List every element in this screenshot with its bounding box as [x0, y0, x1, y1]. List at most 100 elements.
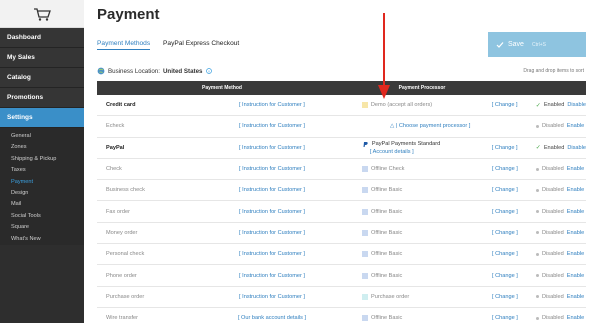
toggle-status-link[interactable]: Disable: [567, 102, 586, 108]
tab-payment-methods[interactable]: Payment Methods: [97, 40, 151, 50]
status-dot-icon: [536, 316, 539, 320]
subnav-whats-new[interactable]: What's New: [0, 234, 84, 245]
change-link[interactable]: [ Change ]: [492, 251, 526, 257]
toggle-status-link[interactable]: Enable: [567, 209, 584, 215]
instruction-link[interactable]: [ Instruction for Customer ]: [182, 145, 362, 151]
table-row[interactable]: Check [ Instruction for Customer ] Offli…: [97, 159, 586, 181]
nav-promotions[interactable]: Promotions: [0, 88, 84, 108]
toggle-status-link[interactable]: Enable: [567, 294, 584, 300]
table-row[interactable]: Echeck [ Instruction for Customer ] △ | …: [97, 116, 586, 138]
toggle-status-link[interactable]: Enable: [567, 123, 584, 129]
processor-icon: [362, 187, 368, 194]
nav-dashboard[interactable]: Dashboard: [0, 28, 84, 48]
status-dot-icon: [536, 188, 539, 192]
method-name: Business check: [106, 187, 145, 194]
subnav-square[interactable]: Square: [0, 222, 84, 233]
change-link[interactable]: [ Change ]: [492, 294, 526, 300]
method-name: Echeck: [106, 123, 125, 130]
instruction-link[interactable]: [ Instruction for Customer ]: [182, 230, 362, 236]
instruction-link[interactable]: [ Instruction for Customer ]: [182, 273, 362, 279]
table-row[interactable]: Fax order [ Instruction for Customer ] O…: [97, 201, 586, 223]
table-row[interactable]: Personal check [ Instruction for Custome…: [97, 244, 586, 266]
toggle-status-link[interactable]: Enable: [567, 273, 584, 279]
status-dot-icon: [536, 274, 539, 278]
status-cell: Disabled Enable: [526, 187, 586, 193]
instruction-link[interactable]: [ Instruction for Customer ]: [182, 251, 362, 257]
instruction-link[interactable]: [ Instruction for Customer ]: [182, 166, 362, 172]
subnav-zones[interactable]: Zones: [0, 142, 84, 153]
status-cell: Disabled Enable: [526, 123, 586, 129]
status-dot-icon: [536, 210, 539, 214]
change-link[interactable]: [ Change ]: [492, 230, 526, 236]
change-link[interactable]: [ Change ]: [492, 166, 526, 172]
processor-cell: Offline Basic: [362, 315, 492, 322]
table-row[interactable]: Money order [ Instruction for Customer ]…: [97, 223, 586, 245]
status-text: Disabled: [542, 208, 564, 215]
toggle-status-link[interactable]: Enable: [567, 251, 584, 257]
status-cell: Disabled Enable: [526, 251, 586, 257]
method-name: Purchase order: [106, 293, 145, 300]
info-icon[interactable]: [205, 68, 212, 74]
toggle-status-link[interactable]: Disable: [567, 145, 586, 151]
subnav-payment[interactable]: Payment: [0, 177, 84, 188]
table-row[interactable]: PayPal [ Instruction for Customer ] PayP…: [97, 138, 586, 159]
toggle-status-link[interactable]: Enable: [567, 230, 584, 236]
instruction-link[interactable]: [ Instruction for Customer ]: [182, 123, 362, 129]
main-content: Payment Payment Methods PayPal Express C…: [84, 0, 600, 323]
tab-paypal-express-checkout[interactable]: PayPal Express Checkout: [163, 40, 239, 47]
status-cell: Disabled Enable: [526, 294, 586, 300]
status-dot-icon: [536, 167, 539, 171]
store-logo[interactable]: [0, 0, 84, 28]
toggle-status-link[interactable]: Enable: [567, 187, 584, 193]
status-text: Disabled: [542, 123, 564, 130]
processor-name: Offline Basic: [371, 272, 403, 279]
save-shortcut: Ctrl+S: [531, 41, 546, 48]
change-link[interactable]: [ Change ]: [492, 102, 526, 108]
nav-my-sales[interactable]: My Sales: [0, 48, 84, 68]
subnav-general[interactable]: General: [0, 131, 84, 142]
table-row[interactable]: Phone order [ Instruction for Customer ]…: [97, 265, 586, 287]
change-link[interactable]: [ Change ]: [492, 209, 526, 215]
processor-name: Offline Basic: [371, 229, 403, 236]
instruction-link[interactable]: [ Instruction for Customer ]: [182, 294, 362, 300]
location-value[interactable]: United States: [163, 68, 203, 75]
subnav-design[interactable]: Design: [0, 188, 84, 199]
change-link[interactable]: [ Change ]: [492, 315, 526, 321]
nav-catalog[interactable]: Catalog: [0, 68, 84, 88]
check-icon: ✓: [535, 145, 541, 152]
business-location: Business Location: United States: [97, 67, 212, 75]
toggle-status-link[interactable]: Enable: [567, 315, 584, 321]
subnav-mail[interactable]: Mail: [0, 199, 84, 210]
status-text: Disabled: [542, 187, 564, 194]
subnav-shipping-pickup[interactable]: Shipping & Pickup: [0, 154, 84, 165]
instruction-link[interactable]: [ Instruction for Customer ]: [182, 102, 362, 108]
toggle-status-link[interactable]: Enable: [567, 166, 584, 172]
table-row[interactable]: Business check [ Instruction for Custome…: [97, 180, 586, 202]
nav-settings[interactable]: Settings: [0, 108, 84, 128]
save-button[interactable]: Save Ctrl+S: [488, 32, 586, 57]
table-row[interactable]: Credit card [ Instruction for Customer ]…: [97, 95, 586, 117]
instruction-link[interactable]: [ Instruction for Customer ]: [182, 187, 362, 193]
processor-icon: [362, 166, 368, 173]
status-dot-icon: [536, 252, 539, 256]
processor-name: Offline Basic: [371, 208, 403, 215]
subnav-social-tools[interactable]: Social Tools: [0, 211, 84, 222]
paypal-icon: [361, 140, 369, 148]
instruction-link[interactable]: [ Instruction for Customer ]: [182, 209, 362, 215]
cart-icon: [34, 7, 51, 21]
status-text: Disabled: [542, 229, 564, 236]
change-link[interactable]: [ Change ]: [492, 273, 526, 279]
change-link[interactable]: [ Change ]: [492, 187, 526, 193]
checkmark-icon: [496, 41, 504, 48]
status-text: Enabled: [543, 102, 565, 109]
status-dot-icon: [536, 124, 539, 128]
instruction-link[interactable]: [ Our bank account details ]: [182, 315, 362, 321]
account-details-link[interactable]: [ Account details ]: [370, 149, 414, 155]
method-name: Wire transfer: [106, 315, 139, 322]
change-link[interactable]: [ Change ]: [492, 145, 526, 151]
header-payment-method: Payment Method: [201, 85, 242, 91]
choose-processor-link[interactable]: △ | Choose payment processor ]: [362, 123, 470, 129]
table-row[interactable]: Purchase order [ Instruction for Custome…: [97, 287, 586, 308]
subnav-taxes[interactable]: Taxes: [0, 165, 84, 176]
table-row[interactable]: Wire transfer [ Our bank account details…: [97, 308, 586, 323]
